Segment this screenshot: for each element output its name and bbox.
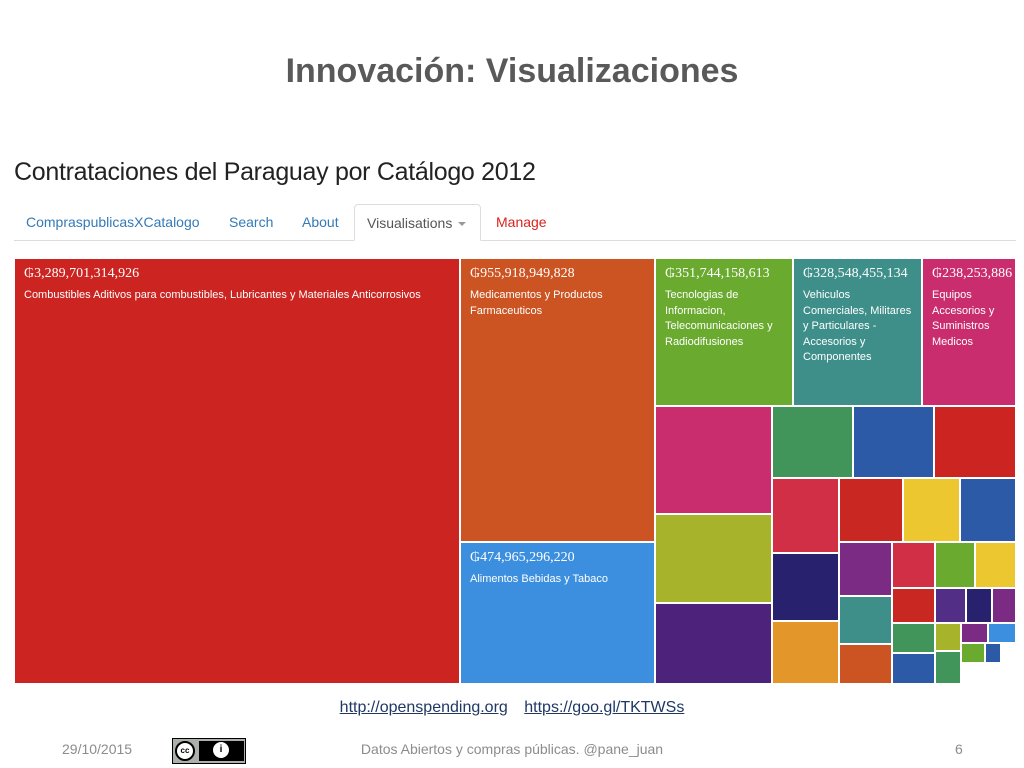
nav-tab-compras[interactable]: CompraspublicasXCatalogo [14,204,212,240]
treemap-tile[interactable] [839,644,892,684]
treemap-tile[interactable] [655,406,772,514]
treemap-tile[interactable] [935,651,961,684]
tile-amount: ₲474,965,296,220 [470,550,575,565]
treemap-tile[interactable] [839,596,892,644]
footer-text: Datos Abiertos y compras públicas. @pane… [360,741,664,757]
treemap-tile[interactable] [935,588,966,623]
treemap-tile[interactable] [960,478,1016,542]
page-number: 6 [955,741,963,757]
treemap-tile[interactable] [935,542,975,588]
treemap-tile[interactable] [992,588,1016,623]
treemap-tile[interactable] [655,603,772,684]
slide-title: Innovación: Visualizaciones [285,52,739,90]
nav-tab-about[interactable]: About [290,204,351,240]
nav-tab-label: Visualisations [367,215,453,231]
tile-label: Alimentos Bebidas y Tabaco [470,573,608,585]
tile-label: Medicamentos y Productos Farmaceuticos [470,289,603,317]
tile-label: Combustibles Aditivos para combustibles,… [24,289,421,301]
treemap-tile[interactable] [892,588,935,623]
treemap-tile[interactable] [966,588,992,623]
nav-tabs: CompraspublicasXCatalogo Search About Vi… [14,204,1016,241]
nav-tab-search[interactable]: Search [217,204,285,240]
treemap-tile[interactable]: ₲474,965,296,220 Alimentos Bebidas y Tab… [460,542,655,684]
treemap-tile[interactable] [961,643,985,663]
nav-tab-manage[interactable]: Manage [484,204,559,240]
nav-tab-label: Manage [496,214,547,230]
nav-tab-label: Search [229,214,274,230]
treemap-tile[interactable] [839,478,903,542]
treemap-tile[interactable] [985,643,1001,663]
treemap-tile[interactable] [853,406,934,478]
treemap-tile[interactable] [903,478,960,542]
link-goo-gl[interactable]: https://goo.gl/TKTWSs [524,699,684,716]
treemap-chart: ₲3,289,701,314,926 Combustibles Aditivos… [14,258,1016,684]
tile-label: Equipos Accesorios y Suministros Medicos [932,289,995,348]
treemap-tile[interactable] [961,623,988,643]
treemap-tile[interactable]: ₲351,744,158,613 Tecnologias de Informac… [655,258,793,406]
treemap-tile[interactable] [655,514,772,603]
chevron-down-icon [458,222,467,227]
tile-label: Vehiculos Comerciales, Militares y Parti… [803,289,912,363]
treemap-tile[interactable] [772,478,839,553]
treemap-tile[interactable] [772,621,839,684]
treemap-tile[interactable] [892,623,935,653]
embedded-app-screenshot: Contrataciones del Paraguay por Catálogo… [14,152,1016,684]
nav-tab-label: About [302,214,339,230]
source-links: http://openspending.org https://goo.gl/T… [0,699,1024,717]
treemap-tile[interactable] [975,542,1016,588]
tile-amount: ₲955,918,949,828 [470,266,575,281]
treemap-tile[interactable]: ₲238,253,886 Equipos Accesorios y Sumini… [922,258,1016,406]
nav-tab-label: CompraspublicasXCatalogo [26,214,200,230]
tile-amount: ₲351,744,158,613 [665,266,770,281]
treemap-tile[interactable]: ₲955,918,949,828 Medicamentos y Producto… [460,258,655,542]
treemap-tile[interactable] [772,553,839,621]
app-title: Contrataciones del Paraguay por Catálogo… [14,158,536,186]
treemap-tile[interactable] [892,653,935,684]
nav-tab-visualisations[interactable]: Visualisations [354,204,481,241]
treemap-tile[interactable] [934,406,1016,478]
treemap-tile[interactable] [935,623,961,651]
tile-amount: ₲238,253,886 [932,266,1013,281]
treemap-tile[interactable]: ₲328,548,455,134 Vehiculos Comerciales, … [793,258,922,406]
treemap-tile[interactable] [892,542,935,588]
tile-amount: ₲328,548,455,134 [803,266,908,281]
treemap-tile[interactable]: ₲3,289,701,314,926 Combustibles Aditivos… [14,258,460,684]
treemap-tile[interactable] [772,406,853,478]
tile-label: Tecnologias de Informacion, Telecomunica… [665,289,773,348]
treemap-tile[interactable] [988,623,1016,643]
treemap-tile[interactable] [839,542,892,596]
tile-amount: ₲3,289,701,314,926 [24,266,140,281]
link-openspending[interactable]: http://openspending.org [340,699,508,716]
